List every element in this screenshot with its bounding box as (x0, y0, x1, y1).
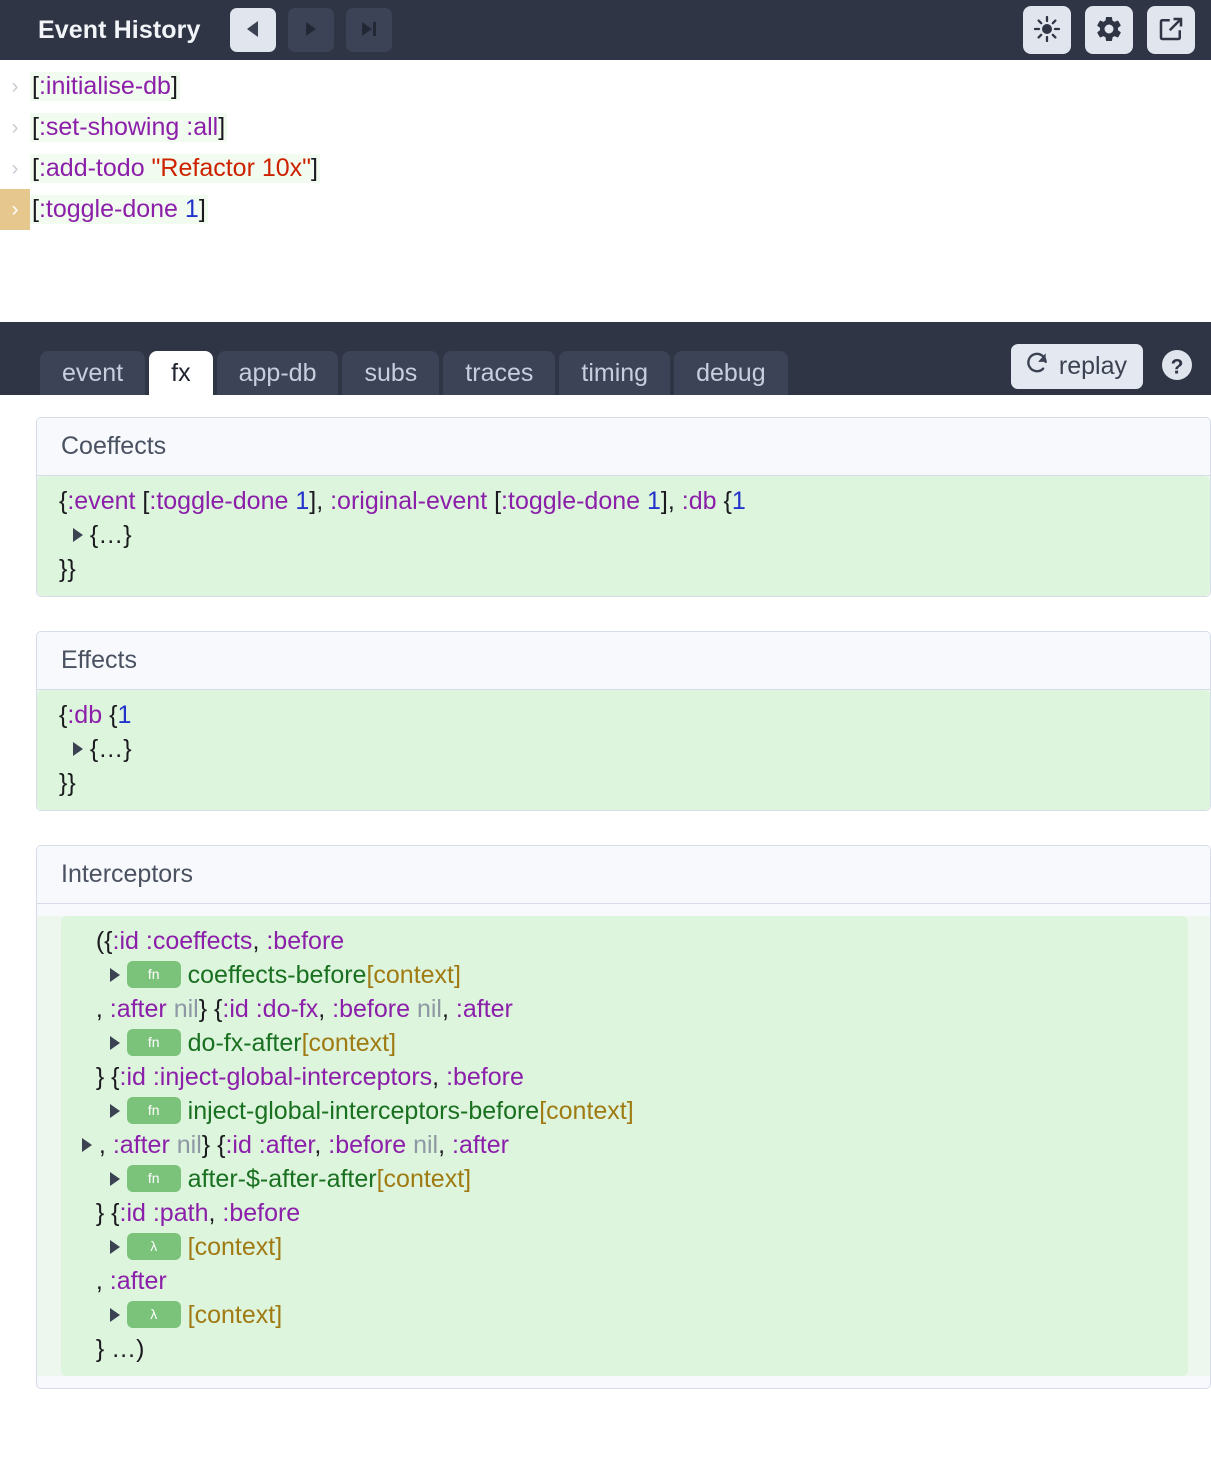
expand-triangle-icon[interactable] (81, 1138, 92, 1152)
context-label: [context] (301, 1029, 397, 1057)
question-mark-icon: ? (1159, 347, 1195, 386)
skip-to-end-icon (358, 19, 380, 42)
tab-debug[interactable]: debug (674, 351, 788, 395)
fx-panel-content: Coeffects {:event [:toggle-done 1], :ori… (0, 395, 1211, 1389)
settings-button[interactable] (1085, 6, 1133, 54)
coeffects-code: {:event [:toggle-done 1], :original-even… (37, 476, 1210, 596)
lambda-badge[interactable]: λ (126, 1301, 181, 1328)
skip-to-end-button[interactable] (346, 8, 393, 52)
fn-badge[interactable]: fn (126, 1165, 181, 1192)
lambda-badge[interactable]: λ (126, 1233, 181, 1260)
tab-fx[interactable]: fx (149, 351, 213, 395)
replay-button[interactable]: replay (1010, 344, 1143, 389)
tab-event[interactable]: event (40, 351, 146, 395)
expand-chevron-icon[interactable]: › (0, 189, 30, 230)
expand-chevron-icon[interactable]: › (0, 66, 30, 107)
sun-icon (1032, 14, 1062, 47)
tab-app-db[interactable]: app-db (216, 351, 339, 395)
panel-tabbar: event fx app-db subs traces timing debug… (0, 322, 1211, 395)
external-link-icon (1156, 14, 1186, 47)
fn-badge[interactable]: fn (126, 1029, 181, 1056)
expand-triangle-icon[interactable] (109, 968, 120, 982)
expand-chevron-icon[interactable]: › (0, 107, 30, 148)
app-header: Event History (0, 0, 1211, 60)
interceptors-panel-title: Interceptors (37, 846, 1210, 904)
context-label: [context] (187, 1233, 283, 1261)
tab-subs[interactable]: subs (342, 351, 440, 395)
fn-badge[interactable]: fn (126, 1097, 181, 1124)
context-label: [context] (187, 1301, 283, 1329)
expand-triangle-icon[interactable] (109, 1104, 120, 1118)
header-actions (1023, 6, 1195, 54)
expand-triangle-icon[interactable] (72, 742, 83, 756)
expand-chevron-icon[interactable]: › (0, 148, 30, 189)
step-forward-button[interactable] (288, 8, 335, 52)
effects-panel-body: {:db {1 {…}}} (37, 690, 1210, 810)
context-label: [context] (366, 961, 461, 989)
event-code: [:set-showing :all] (30, 112, 228, 143)
effects-panel-title: Effects (37, 632, 1210, 690)
gear-icon (1094, 14, 1124, 47)
event-history-list: › [:initialise-db] › [:set-showing :all]… (0, 60, 1211, 322)
event-row[interactable]: › [:set-showing :all] (0, 107, 1211, 148)
fn-name: inject-global-interceptors-before (187, 1097, 540, 1125)
history-nav-buttons (230, 8, 393, 52)
popout-button[interactable] (1147, 6, 1195, 54)
event-code: [:add-todo "Refactor 10x"] (30, 153, 320, 184)
event-code: [:toggle-done 1] (30, 194, 208, 225)
tabbar-actions: replay ? (1010, 344, 1197, 395)
expand-triangle-icon[interactable] (109, 1240, 120, 1254)
expand-triangle-icon[interactable] (72, 528, 83, 542)
coeffects-panel-title: Coeffects (37, 418, 1210, 476)
fn-name: after-$-after-after (187, 1165, 377, 1193)
interceptors-panel: Interceptors ({:id :coeffects, :before f… (36, 845, 1211, 1389)
expand-triangle-icon[interactable] (109, 1308, 120, 1322)
event-code: [:initialise-db] (30, 71, 180, 102)
step-back-button[interactable] (230, 8, 277, 52)
fn-badge[interactable]: fn (126, 961, 181, 988)
triangle-right-icon (302, 19, 320, 42)
refresh-icon (1024, 350, 1050, 383)
effects-code: {:db {1 {…}}} (37, 690, 1210, 810)
event-row-selected[interactable]: › [:toggle-done 1] (0, 189, 1211, 230)
event-row[interactable]: › [:add-todo "Refactor 10x"] (0, 148, 1211, 189)
page-title: Event History (38, 15, 201, 44)
context-label: [context] (376, 1165, 472, 1193)
fn-name: do-fx-after (187, 1029, 302, 1057)
tab-traces[interactable]: traces (443, 351, 556, 395)
context-label: [context] (539, 1097, 634, 1125)
interceptors-code: ({:id :coeffects, :before fn coeffects-b… (61, 916, 1188, 1376)
coeffects-panel: Coeffects {:event [:toggle-done 1], :ori… (36, 417, 1211, 597)
svg-text:?: ? (1171, 355, 1184, 378)
interceptors-panel-body: ({:id :coeffects, :before fn coeffects-b… (37, 916, 1210, 1376)
fn-name: coeffects-before (187, 961, 367, 989)
tab-timing[interactable]: timing (559, 351, 671, 395)
expand-triangle-icon[interactable] (109, 1172, 120, 1186)
replay-label: replay (1058, 352, 1127, 380)
brightness-toggle-button[interactable] (1023, 6, 1071, 54)
effects-panel: Effects {:db {1 {…}}} (36, 631, 1211, 811)
expand-triangle-icon[interactable] (109, 1036, 120, 1050)
triangle-left-icon (244, 19, 262, 42)
help-button[interactable]: ? (1157, 347, 1197, 387)
coeffects-panel-body: {:event [:toggle-done 1], :original-even… (37, 476, 1210, 596)
event-row[interactable]: › [:initialise-db] (0, 66, 1211, 107)
